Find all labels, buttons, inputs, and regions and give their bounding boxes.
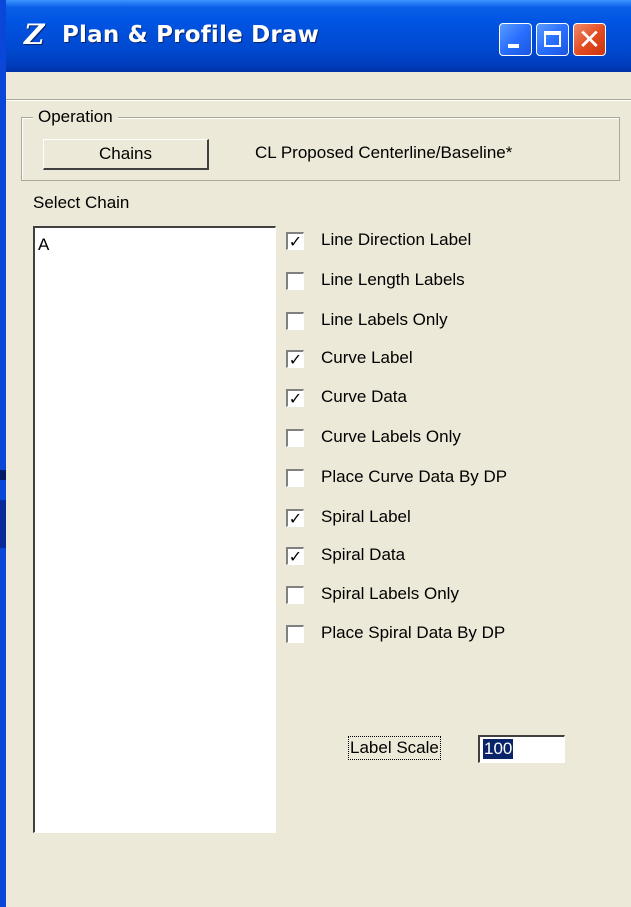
maximize-button[interactable] xyxy=(536,23,569,56)
close-icon: ✕ xyxy=(577,23,602,56)
minimize-button[interactable] xyxy=(499,23,532,56)
option-label: Spiral Labels Only xyxy=(321,584,459,603)
label-scale-input[interactable]: 100 xyxy=(478,735,565,763)
option-label: Curve Label xyxy=(321,348,413,367)
chain-listbox[interactable]: A xyxy=(33,226,276,833)
checkbox[interactable]: ✓ xyxy=(286,232,304,250)
checkbox[interactable] xyxy=(286,625,304,643)
checkbox[interactable] xyxy=(286,469,304,487)
checkbox[interactable] xyxy=(286,429,304,447)
operation-group-label: Operation xyxy=(33,107,118,127)
option-label: Curve Labels Only xyxy=(321,427,461,446)
menu-separator xyxy=(6,99,631,101)
list-item[interactable]: A xyxy=(38,235,49,255)
checkbox[interactable]: ✓ xyxy=(286,509,304,527)
maximize-icon xyxy=(544,31,561,47)
background-window-edge xyxy=(0,0,6,907)
edge-mark xyxy=(0,470,6,480)
label-scale-label: Label Scale xyxy=(348,736,441,760)
close-button[interactable]: ✕ xyxy=(573,23,606,56)
checkbox[interactable] xyxy=(286,586,304,604)
checkbox[interactable]: ✓ xyxy=(286,350,304,368)
option-label: Line Labels Only xyxy=(321,310,448,329)
option-label: Spiral Data xyxy=(321,545,406,564)
title-bar[interactable]: Z Plan & Profile Draw ✕ xyxy=(6,0,631,72)
plan-profile-draw-window: Z Plan & Profile Draw ✕ Operation Chains… xyxy=(0,0,631,907)
option-label: Line Direction Label xyxy=(321,230,472,249)
option-label: Line Length Labels xyxy=(321,270,465,289)
app-logo-icon: Z xyxy=(24,18,45,51)
window-title: Plan & Profile Draw xyxy=(62,22,320,48)
checkbox[interactable]: ✓ xyxy=(286,389,304,407)
chains-button[interactable]: Chains xyxy=(43,139,209,170)
checkbox[interactable] xyxy=(286,272,304,290)
option-label: Spiral Label xyxy=(321,507,411,526)
select-chain-label: Select Chain xyxy=(33,193,130,212)
option-label: Curve Data xyxy=(321,387,407,406)
checkbox[interactable] xyxy=(286,312,304,330)
option-label: Place Curve Data By DP xyxy=(321,467,508,486)
option-label: Place Spiral Data By DP xyxy=(321,623,506,642)
edge-mark xyxy=(0,500,6,548)
minimize-icon xyxy=(508,44,519,48)
operation-description: CL Proposed Centerline/Baseline* xyxy=(255,143,513,162)
checkbox[interactable]: ✓ xyxy=(286,547,304,565)
label-scale-value: 100 xyxy=(483,739,514,759)
